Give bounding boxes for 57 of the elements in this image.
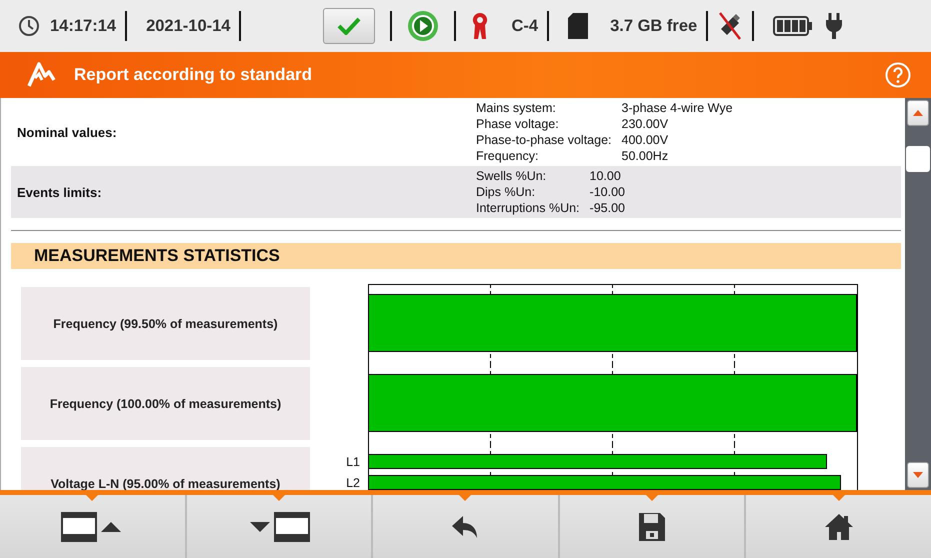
parameter-value: 230.00V: [622, 116, 670, 132]
notch-icon: [832, 495, 845, 501]
statistic-label: Frequency (99.50% of measurements): [21, 287, 310, 360]
page-down-button[interactable]: [186, 495, 374, 558]
parameter-name: Frequency:: [476, 148, 540, 164]
usb-crossed-icon: [717, 11, 744, 41]
parameter-name: Phase voltage:: [476, 116, 560, 132]
scroll-down-button[interactable]: [907, 462, 929, 488]
phase-label: L1: [346, 454, 360, 471]
checkmark-icon: [337, 17, 362, 35]
parameter-value: 3-phase 4-wire Wye: [622, 100, 733, 116]
page-down-icon: [248, 512, 310, 542]
clock-icon: [18, 15, 40, 37]
notch-icon: [86, 495, 98, 501]
storage-text: 3.7 GB free: [610, 16, 698, 36]
parameter-name: Phase-to-phase voltage:: [476, 132, 612, 148]
caret-up-icon: [913, 110, 923, 116]
setting-label: Nominal values:: [16, 124, 118, 140]
parameter-value: -10.00: [590, 184, 625, 200]
home-button[interactable]: [746, 495, 931, 558]
parameter-value: 400.00V: [622, 132, 670, 148]
statistic-label: Voltage L-N (95.00% of measurements): [21, 447, 310, 490]
play-icon[interactable]: [407, 10, 440, 42]
notch-icon: [646, 495, 658, 501]
parameter-value: -95.00: [590, 200, 625, 216]
memory-card-icon: [568, 13, 588, 39]
scroll-up-button[interactable]: [907, 100, 929, 126]
parameter-name: Interruptions %Un:: [476, 200, 580, 216]
phase-label: L2: [346, 475, 360, 490]
help-icon[interactable]: [885, 62, 911, 88]
scrollbar[interactable]: [905, 98, 931, 490]
parameter-value: 10.00: [590, 168, 622, 184]
time-text: 14:17:14: [50, 16, 116, 36]
parameter-name: Dips %Un:: [476, 184, 536, 200]
setting-label: Events limits:: [16, 184, 103, 200]
back-arrow-icon: [451, 514, 480, 540]
save-button[interactable]: [560, 495, 746, 558]
window-title: Report according to standard: [74, 65, 314, 85]
page-up-button[interactable]: [0, 495, 187, 558]
notch-icon: [272, 495, 285, 501]
section-title: MEASUREMENTS STATISTICS: [34, 246, 280, 266]
scroll-thumb[interactable]: [906, 146, 930, 172]
clamp-type-text: C-4: [511, 16, 538, 36]
page-up-icon: [61, 512, 124, 542]
confirm-button[interactable]: [323, 8, 376, 44]
logo-icon: [26, 61, 56, 89]
home-icon: [824, 512, 854, 540]
caret-down-icon: [913, 472, 923, 478]
plug-icon: [825, 12, 844, 40]
parameter-name: Mains system:: [476, 100, 557, 116]
parameter-value: 50.00Hz: [622, 148, 670, 164]
notch-icon: [459, 495, 472, 501]
parameter-name: Swells %Un:: [476, 168, 548, 184]
statistic-label: Frequency (100.00% of measurements): [21, 367, 310, 440]
battery-icon: [773, 15, 814, 37]
clamp-icon: [471, 11, 490, 41]
date-text: 2021-10-14: [146, 16, 230, 36]
